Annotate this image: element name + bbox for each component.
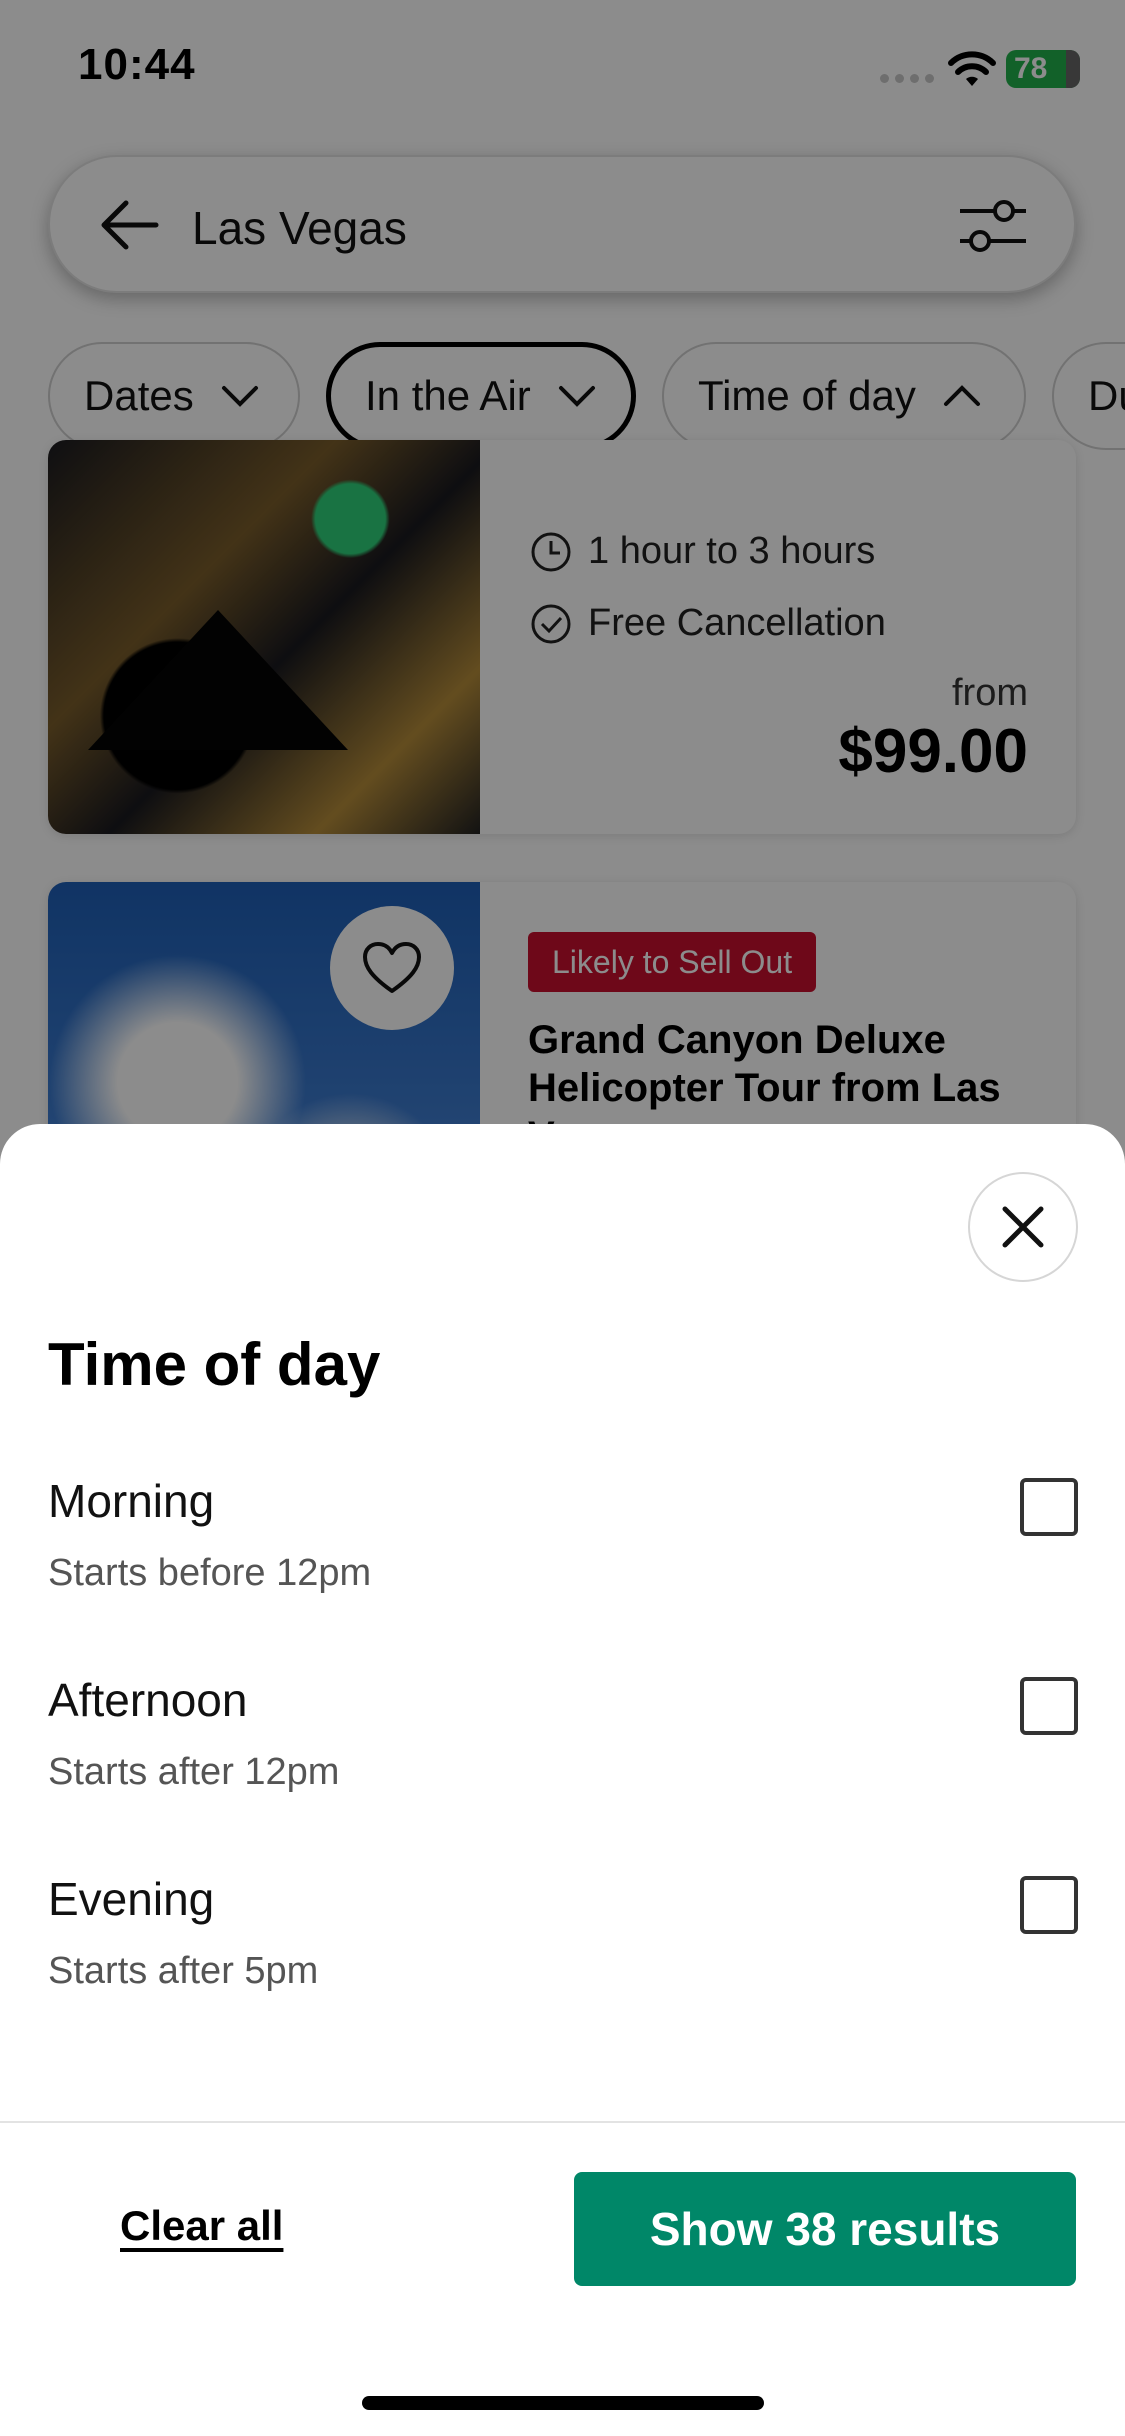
option-afternoon[interactable]: Afternoon Starts after 12pm <box>48 1673 1078 1833</box>
option-label: Evening <box>48 1873 215 1925</box>
home-indicator[interactable] <box>362 2396 764 2410</box>
morning-checkbox[interactable] <box>1020 1478 1078 1536</box>
option-subtext: Starts after 5pm <box>48 1950 319 1992</box>
option-subtext: Starts after 12pm <box>48 1751 340 1793</box>
option-label: Afternoon <box>48 1674 248 1726</box>
option-subtext: Starts before 12pm <box>48 1552 372 1594</box>
show-results-button[interactable]: Show 38 results <box>574 2172 1076 2286</box>
option-morning[interactable]: Morning Starts before 12pm <box>48 1474 1078 1634</box>
option-label: Morning <box>48 1475 215 1527</box>
option-evening[interactable]: Evening Starts after 5pm <box>48 1872 1078 2032</box>
evening-checkbox[interactable] <box>1020 1876 1078 1934</box>
afternoon-checkbox[interactable] <box>1020 1677 1078 1735</box>
close-button[interactable] <box>968 1172 1078 1282</box>
close-icon <box>1002 1206 1044 1248</box>
footer-divider <box>0 2121 1125 2123</box>
time-of-day-sheet: Time of day Morning Starts before 12pm A… <box>0 1124 1125 2436</box>
clear-all-link[interactable]: Clear all <box>120 2202 283 2250</box>
sheet-title: Time of day <box>48 1331 381 1398</box>
